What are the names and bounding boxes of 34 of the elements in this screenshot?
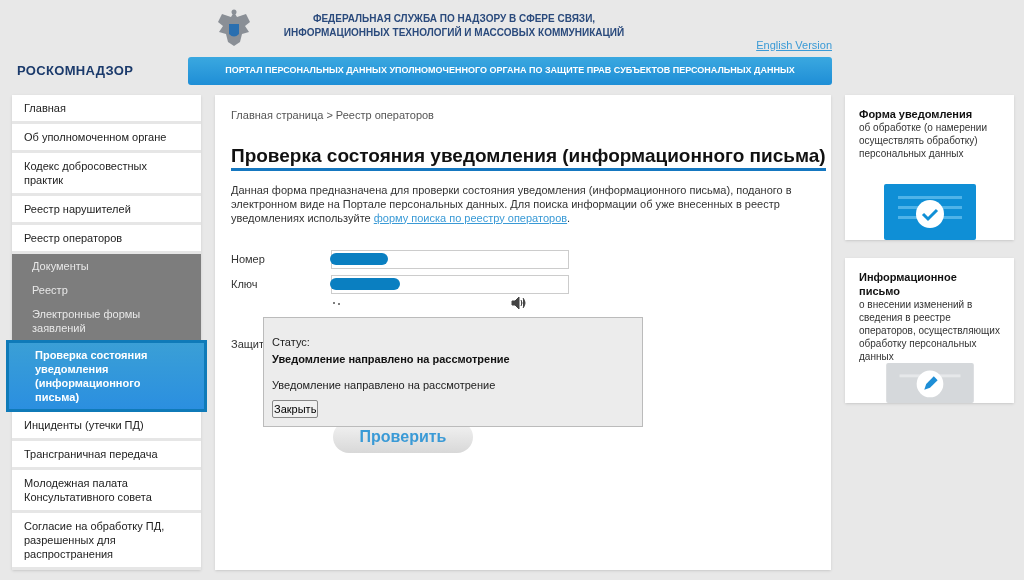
input-field[interactable] xyxy=(331,274,569,294)
breadcrumb: Главная страница > Реестр операторов xyxy=(231,108,435,123)
sidebar-item[interactable]: Инциденты (утечки ПД) xyxy=(12,412,201,441)
status-label: Статус: xyxy=(272,335,311,350)
intro-paragraph: Данная форма предназначена для проверки состояния уведомления (информационного письма), поданого в электронном виде на Портале персональных данных. Для поиска информации об уже внесенных в реестр уведомлениях используйте форму поиска по реестру операторов. xyxy=(231,182,793,225)
sidebar-item[interactable]: Кодекс добросовестных практик xyxy=(12,153,201,196)
speaker-icon[interactable] xyxy=(511,295,527,310)
page-title: Проверка состояния уведомления (информационного письма) xyxy=(231,143,826,171)
service-card[interactable]: Информационное письмо о внесении изменений в сведения в реестре операторов, осуществляющих обработку персональных данных xyxy=(845,258,1014,403)
sidebar-item[interactable]: Молодежная палата Консультативного совета xyxy=(12,470,201,513)
sidebar-item[interactable]: Реестр операторов xyxy=(12,225,201,254)
status-message: Уведомление направлено на рассмотрение xyxy=(272,378,497,393)
sidebar-item[interactable]: Согласие на обработку ПД, разрешенных для распространения xyxy=(12,513,201,570)
status-value: Уведомление направлено на рассмотрение xyxy=(272,351,511,367)
captcha-label: Защит xyxy=(231,336,264,352)
sidebar-item[interactable]: Главная xyxy=(12,95,201,124)
card-title: Форма уведомления xyxy=(859,107,974,121)
close-button[interactable]: Закрыть xyxy=(272,399,319,418)
sidebar-item[interactable]: Реестр нарушителей xyxy=(12,196,201,225)
input-field[interactable] xyxy=(331,249,569,269)
portal-banner: ПОРТАЛ ПЕРСОНАЛЬНЫХ ДАННЫХ УПОЛНОМОЧЕННОГО ОРГАНА ПО ЗАЩИТЕ ПРАВ СУБЪЕКТОВ ПЕРСОНАЛЬНЫХ ДАННЫХ xyxy=(188,57,832,85)
service-card[interactable]: Форма уведомления об обработке (о намерении осуществлять обработку) персональных данных xyxy=(845,95,1014,240)
agency-title: ФЕДЕРАЛЬНАЯ СЛУЖБА ПО НАДЗОРУ В СФЕРЕ СВЯЗИ, ИНФОРМАЦИОННЫХ ТЕХНОЛОГИЙ И МАССОВЫХ КОММУНИКАЦИЙ xyxy=(282,12,626,40)
sidebar-item[interactable]: Об уполномоченном органе xyxy=(12,124,201,153)
sidebar-item[interactable]: Электронные формы заявлений xyxy=(12,302,201,340)
logo[interactable]: РОСКОМНАДЗОР xyxy=(17,60,188,80)
document-check-icon xyxy=(883,184,976,240)
card-text: об обработке (о намерении осуществлять обработку) персональных данных xyxy=(859,121,988,160)
card-text: о внесении изменений в сведения в реестре операторов, осуществляющих обработку персональных данных xyxy=(859,298,1000,363)
document-pencil-icon xyxy=(883,363,976,403)
sidebar-item[interactable]: Трансграничная передача xyxy=(12,441,201,470)
card-title: Информационное письмо xyxy=(859,270,958,298)
field-label: Ключ xyxy=(231,276,259,292)
field-label: Номер xyxy=(231,251,266,267)
